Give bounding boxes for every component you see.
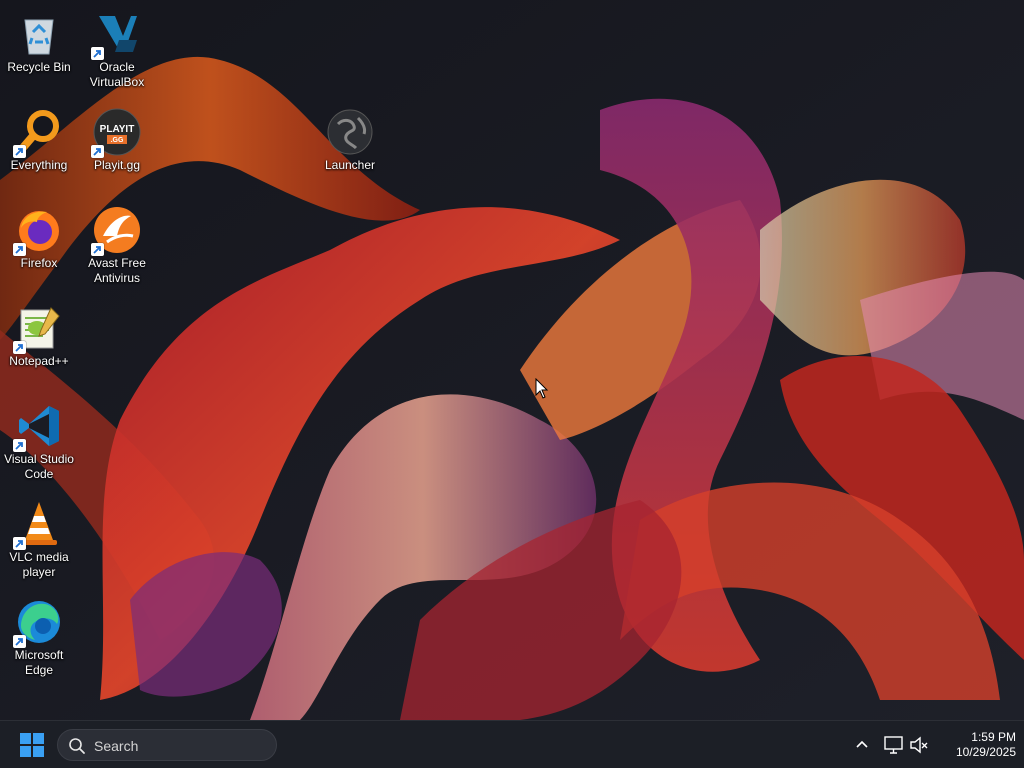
desktop-icon-label: Microsoft Edge bbox=[14, 648, 64, 677]
notepad-plus-plus-icon bbox=[13, 304, 63, 354]
virtualbox-icon bbox=[91, 10, 141, 60]
desktop-icon-vscode[interactable]: Visual Studio Code bbox=[1, 396, 77, 488]
desktop-icon-label: Playit.gg bbox=[93, 158, 141, 172]
desktop-icon-everything[interactable]: Everything bbox=[1, 102, 77, 194]
desktop-icon-oracle-virtualbox[interactable]: Oracle VirtualBox bbox=[79, 4, 155, 96]
avast-icon bbox=[91, 206, 141, 256]
clock-date: 10/29/2025 bbox=[955, 745, 1016, 759]
everything-search-icon bbox=[13, 108, 63, 158]
start-button[interactable] bbox=[14, 729, 50, 761]
shortcut-arrow-icon bbox=[91, 145, 104, 158]
taskbar: Search 1:59 PM 10/29/2025 bbox=[0, 720, 1024, 768]
desktop-icon-notepad-plus-plus[interactable]: Notepad++ bbox=[1, 298, 77, 390]
network-status-button[interactable] bbox=[882, 733, 906, 757]
shortcut-arrow-icon bbox=[13, 635, 26, 648]
shortcut-arrow-icon bbox=[13, 145, 26, 158]
shortcut-arrow-icon bbox=[13, 243, 26, 256]
desktop-icon-label: Oracle VirtualBox bbox=[89, 60, 145, 89]
desktop-icon-recycle-bin[interactable]: Recycle Bin bbox=[1, 4, 77, 96]
volume-button[interactable] bbox=[907, 733, 931, 757]
vscode-icon bbox=[13, 402, 63, 452]
search-placeholder: Search bbox=[94, 738, 139, 754]
playit-icon-text: PLAYIT bbox=[100, 124, 135, 135]
desktop-icon-vlc[interactable]: VLC media player bbox=[1, 494, 77, 586]
taskbar-search-box[interactable]: Search bbox=[57, 729, 277, 761]
chevron-up-icon bbox=[856, 740, 868, 748]
vlc-icon bbox=[13, 500, 63, 550]
desktop-icon-label: Firefox bbox=[20, 256, 58, 270]
taskbar-clock[interactable]: 1:59 PM 10/29/2025 bbox=[930, 730, 1016, 760]
globe-launcher-icon bbox=[326, 108, 374, 156]
desktop-icon-label: Recycle Bin bbox=[7, 60, 71, 74]
desktop-icon-label: Launcher bbox=[324, 158, 376, 172]
volume-muted-icon bbox=[910, 736, 928, 754]
windows-start-icon bbox=[20, 733, 44, 757]
playit-gg-icon: PLAYIT .GG bbox=[91, 108, 141, 158]
shortcut-arrow-icon bbox=[91, 243, 104, 256]
search-icon bbox=[69, 738, 85, 754]
clock-time: 1:59 PM bbox=[971, 730, 1016, 744]
shortcut-arrow-icon bbox=[13, 537, 26, 550]
edge-icon bbox=[13, 598, 63, 648]
playit-icon-subtext: .GG bbox=[111, 137, 124, 144]
shortcut-arrow-icon bbox=[13, 341, 26, 354]
show-hidden-icons-button[interactable] bbox=[850, 733, 874, 757]
mouse-cursor-icon bbox=[535, 378, 549, 399]
desktop-icon-label: Notepad++ bbox=[9, 354, 69, 368]
desktop-icon-label: Avast Free Antivirus bbox=[88, 256, 146, 285]
desktop-icon-label: Visual Studio Code bbox=[4, 452, 74, 481]
desktop-icon-microsoft-edge[interactable]: Microsoft Edge bbox=[1, 592, 77, 684]
desktop-icon-playit-gg[interactable]: PLAYIT .GG Playit.gg bbox=[79, 102, 155, 194]
shortcut-arrow-icon bbox=[13, 439, 26, 452]
firefox-icon bbox=[13, 206, 63, 256]
desktop-icon-launcher[interactable]: Launcher bbox=[312, 102, 388, 194]
desktop-icon-label: VLC media player bbox=[9, 550, 69, 579]
desktop-icon-avast[interactable]: Avast Free Antivirus bbox=[79, 200, 155, 292]
shortcut-arrow-icon bbox=[91, 47, 104, 60]
desktop-icon-label: Everything bbox=[10, 158, 68, 172]
recycle-bin-icon bbox=[15, 10, 63, 58]
desktop-icon-firefox[interactable]: Firefox bbox=[1, 200, 77, 292]
network-icon bbox=[884, 736, 903, 754]
